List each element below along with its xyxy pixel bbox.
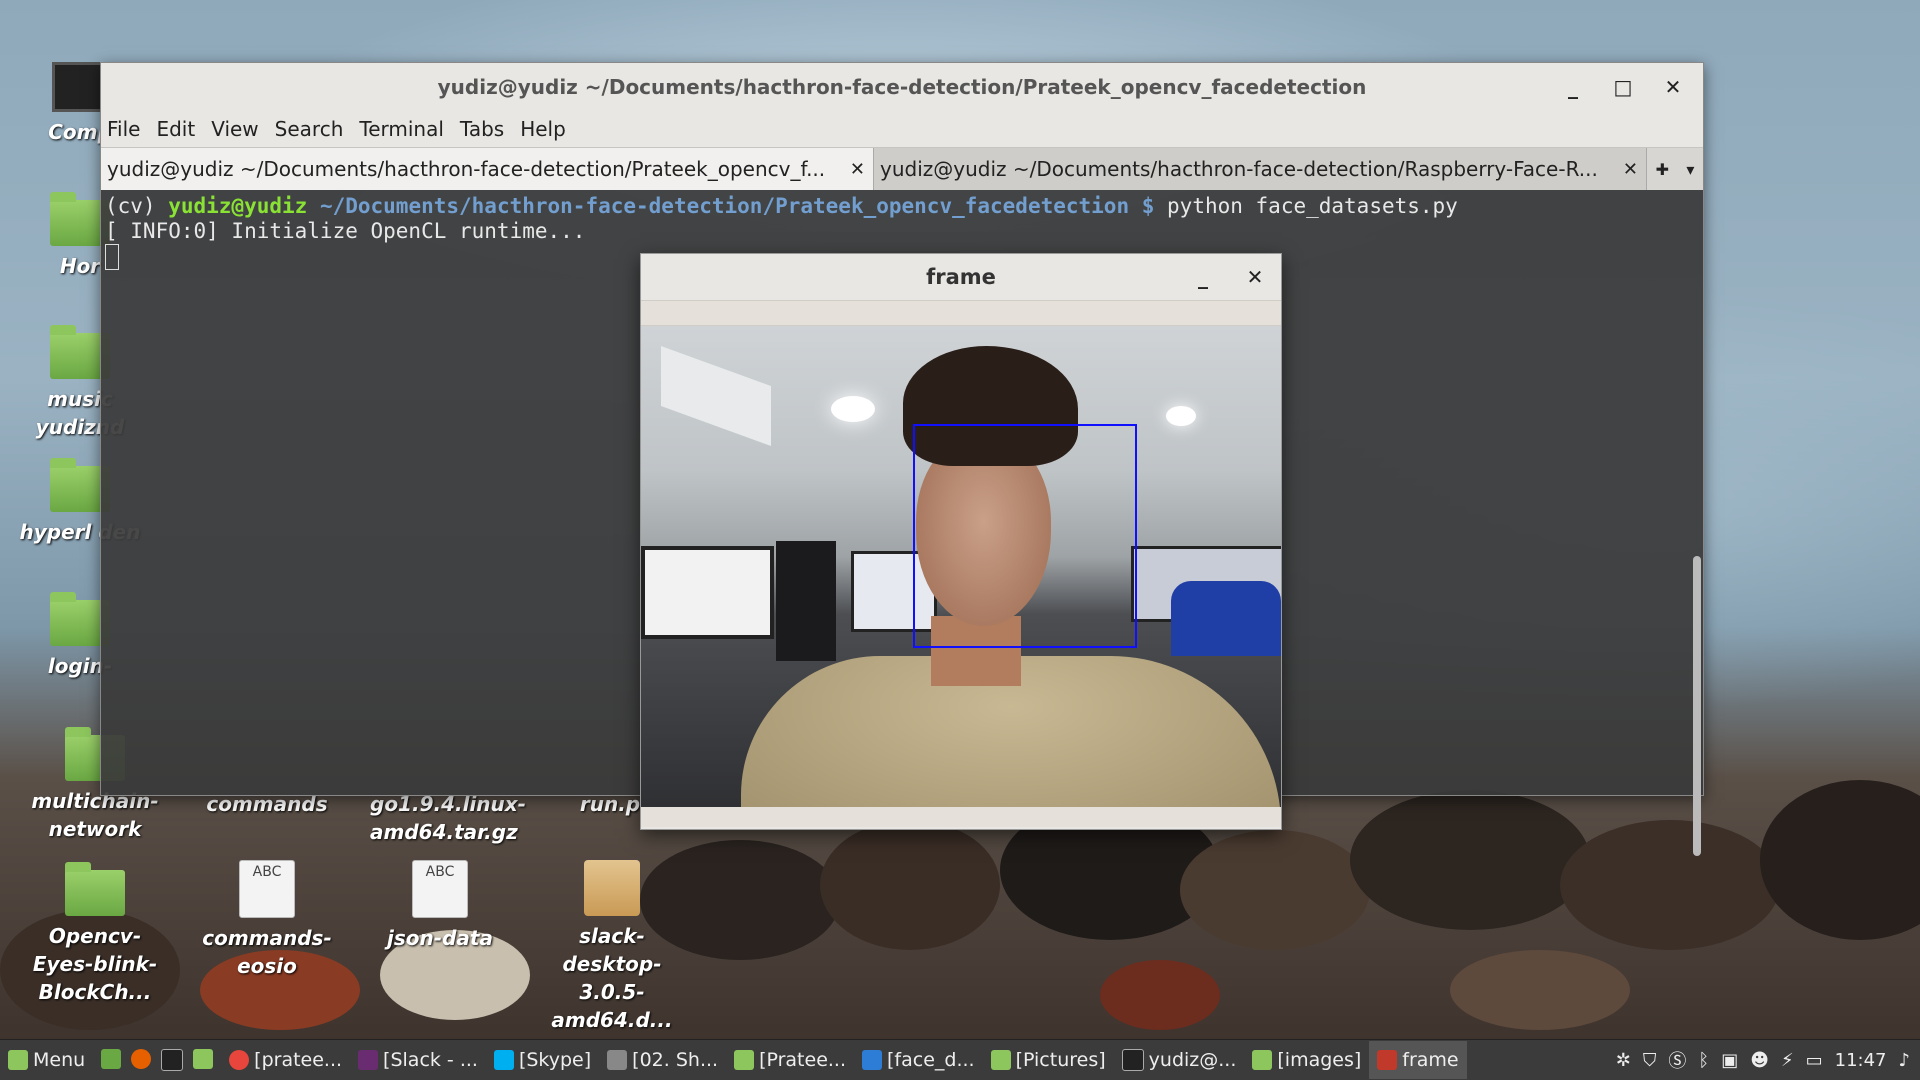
close-button[interactable]: ✕ bbox=[1661, 75, 1685, 99]
folder-icon bbox=[1252, 1050, 1273, 1070]
taskbar: Menu [pratee... [Slack - ... [Skype] [02… bbox=[0, 1039, 1920, 1080]
settings-icon[interactable]: ✲ bbox=[1616, 1050, 1631, 1071]
menu-help[interactable]: Help bbox=[520, 117, 566, 141]
menu-terminal[interactable]: Terminal bbox=[359, 117, 444, 141]
taskbar-item[interactable]: [Pratee... bbox=[726, 1041, 854, 1079]
taskbar-item-active[interactable]: frame bbox=[1369, 1041, 1467, 1079]
menu-bar: File Edit View Search Terminal Tabs Help bbox=[101, 111, 1703, 147]
folder-icon bbox=[734, 1050, 755, 1070]
menu-view[interactable]: View bbox=[211, 117, 258, 141]
frame-toolbar bbox=[641, 300, 1281, 326]
network-icon[interactable]: ⚡ bbox=[1781, 1050, 1794, 1071]
taskbar-item[interactable]: [Skype] bbox=[486, 1041, 599, 1079]
face-detection-box bbox=[913, 424, 1137, 648]
shield-icon[interactable]: ⛉ bbox=[1643, 1050, 1657, 1071]
close-button[interactable]: ✕ bbox=[1243, 265, 1267, 289]
menu-tabs[interactable]: Tabs bbox=[460, 117, 504, 141]
frame-statusbar bbox=[641, 807, 1281, 827]
desktop-icon-go-archive[interactable]: go1.9.4.linux-amd64.tar.gz bbox=[370, 790, 526, 846]
taskbar-item[interactable]: [Slack - ... bbox=[350, 1041, 486, 1079]
volume-icon[interactable]: ♪ bbox=[1899, 1050, 1911, 1071]
system-tray: ✲ ⛉ Ⓢ ᛒ ▣ ☻ ⚡ ▭ 11:47 ♪ bbox=[1616, 1047, 1920, 1073]
user-icon[interactable]: ☻ bbox=[1750, 1050, 1769, 1071]
folder-icon bbox=[65, 862, 125, 916]
desktop-icon-opencv-eyes[interactable]: Opencv-Eyes-blink-BlockCh... bbox=[25, 862, 165, 1006]
desktop-icon-json-data[interactable]: ABC json-data bbox=[370, 860, 510, 952]
file-manager-icon[interactable] bbox=[193, 1049, 214, 1069]
slack-icon bbox=[358, 1050, 379, 1070]
battery-icon[interactable]: ▭ bbox=[1806, 1050, 1823, 1071]
desktop-icon-slack-deb[interactable]: slack-desktop-3.0.5-amd64.d... bbox=[542, 860, 682, 1034]
clipboard-icon[interactable]: ▣ bbox=[1721, 1050, 1738, 1071]
minimize-button[interactable]: _ bbox=[1561, 75, 1585, 99]
text-file-icon: ABC bbox=[239, 860, 295, 918]
show-desktop-icon[interactable] bbox=[101, 1049, 122, 1069]
text-file-icon: ABC bbox=[412, 860, 468, 918]
quick-launch bbox=[93, 1049, 221, 1071]
video-icon bbox=[607, 1050, 628, 1070]
package-icon bbox=[584, 860, 640, 916]
maximize-button[interactable]: □ bbox=[1611, 75, 1635, 99]
text-cursor bbox=[105, 244, 119, 270]
firefox-icon[interactable] bbox=[131, 1049, 152, 1069]
frame-window[interactable]: frame _ ✕ bbox=[640, 253, 1282, 830]
menu-edit[interactable]: Edit bbox=[156, 117, 195, 141]
tab-raspberry[interactable]: yudiz@yudiz ~/Documents/hacthron-face-de… bbox=[874, 148, 1647, 190]
terminal-icon[interactable] bbox=[161, 1049, 184, 1071]
minimize-button[interactable]: _ bbox=[1191, 265, 1215, 289]
clock[interactable]: 11:47 bbox=[1835, 1050, 1887, 1071]
frame-icon bbox=[1377, 1050, 1398, 1070]
menu-file[interactable]: File bbox=[107, 117, 140, 141]
vscode-icon bbox=[862, 1050, 883, 1070]
frame-title: frame bbox=[926, 265, 996, 289]
taskbar-item[interactable]: yudiz@... bbox=[1114, 1041, 1245, 1079]
skype-tray-icon[interactable]: Ⓢ bbox=[1668, 1047, 1686, 1073]
tab-prateek[interactable]: yudiz@yudiz ~/Documents/hacthron-face-de… bbox=[101, 148, 874, 190]
taskbar-item[interactable]: [pratee... bbox=[221, 1041, 350, 1079]
desktop-icon-commands-eosio[interactable]: ABC commands-eosio bbox=[197, 860, 337, 980]
taskbar-item[interactable]: [images] bbox=[1244, 1041, 1369, 1079]
terminal-icon bbox=[1121, 1049, 1144, 1071]
menu-search[interactable]: Search bbox=[275, 117, 344, 141]
taskbar-item[interactable]: [face_d... bbox=[854, 1041, 983, 1079]
mint-logo-icon bbox=[8, 1050, 28, 1070]
start-menu-button[interactable]: Menu bbox=[0, 1041, 93, 1079]
tab-close-icon[interactable]: ✕ bbox=[1623, 159, 1638, 180]
new-tab-icon[interactable]: ✚ bbox=[1656, 160, 1669, 179]
window-title: yudiz@yudiz ~/Documents/hacthron-face-de… bbox=[437, 75, 1367, 99]
terminal-scrollbar[interactable] bbox=[1693, 556, 1701, 856]
skype-icon bbox=[493, 1050, 514, 1070]
taskbar-item[interactable]: [02. Sh... bbox=[599, 1041, 726, 1079]
tab-list-dropdown-icon[interactable]: ▾ bbox=[1686, 160, 1694, 179]
tab-close-icon[interactable]: ✕ bbox=[850, 159, 865, 180]
folder-icon bbox=[990, 1050, 1011, 1070]
frame-titlebar[interactable]: frame _ ✕ bbox=[641, 254, 1281, 300]
webcam-image bbox=[641, 326, 1281, 807]
taskbar-item[interactable]: [Pictures] bbox=[983, 1041, 1114, 1079]
bluetooth-icon[interactable]: ᛒ bbox=[1698, 1050, 1709, 1071]
chrome-icon bbox=[229, 1050, 250, 1070]
terminal-titlebar[interactable]: yudiz@yudiz ~/Documents/hacthron-face-de… bbox=[101, 63, 1703, 111]
tab-bar: yudiz@yudiz ~/Documents/hacthron-face-de… bbox=[101, 147, 1703, 190]
